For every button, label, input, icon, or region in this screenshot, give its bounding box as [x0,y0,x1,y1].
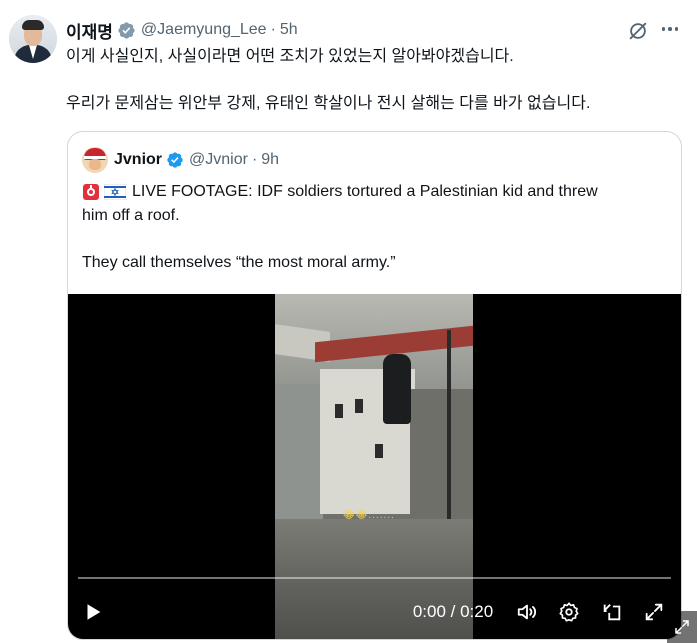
quoted-author-avatar[interactable] [82,147,108,173]
video-player[interactable]: 😂😂....... 0:00 / 0:20 [68,294,681,639]
tweet-header: 이재명 @Jaemyung_Lee · 5h [66,18,298,42]
author-avatar[interactable] [9,15,57,63]
more-options-icon[interactable] [657,18,683,40]
header-separator: · [270,21,276,38]
tweet-text-line-2: 우리가 문제삼는 위안부 강제, 유태인 학살이나 전시 살해는 다를 바가 없… [66,95,591,112]
video-frame: 😂😂....... [275,294,473,639]
tweet-text-line-1: 이게 사실인지, 사실이라면 어떤 조치가 있었는지 알아봐야겠습니다. [66,48,514,65]
volume-icon[interactable] [514,598,540,626]
author-name[interactable]: 이재명 [66,18,113,43]
settings-icon[interactable] [556,598,582,626]
quoted-author-name[interactable]: Jvnior [114,151,162,169]
quoted-verified-badge-icon [166,151,184,169]
video-overlay-text: 😂😂....... [343,510,395,521]
author-handle[interactable]: @Jaemyung_Lee [141,21,267,39]
quoted-text-line-3: They call themselves “the most moral arm… [82,254,396,271]
video-progress-bar[interactable] [78,577,671,579]
quoted-header: Jvnior @Jvnior · 9h [114,149,279,171]
quoted-timestamp[interactable]: 9h [261,151,279,169]
tweet-timestamp[interactable]: 5h [280,21,298,39]
expand-corner-icon[interactable] [667,611,697,643]
quoted-tweet[interactable]: Jvnior @Jvnior · 9h LIVE FOOTAGE: IDF so… [67,131,682,640]
israel-flag-emoji [103,183,127,201]
fullscreen-icon[interactable] [641,598,667,626]
quoted-text-line-1: LIVE FOOTAGE: IDF soldiers tortured a Pa… [132,183,598,200]
grok-icon[interactable] [627,20,649,42]
quoted-text-line-2: him off a roof. [82,207,180,224]
play-icon[interactable] [80,598,106,626]
video-timecode: 0:00 / 0:20 [412,602,494,621]
tweet: 이재명 @Jaemyung_Lee · 5h 이게 사실인지, 사실이라면 어떤… [0,0,697,643]
popout-icon[interactable] [599,598,625,626]
quoted-text-line-1-row: LIVE FOOTAGE: IDF soldiers tortured a Pa… [82,180,598,204]
quoted-header-separator: · [251,151,258,168]
siren-emoji [82,183,100,201]
verified-badge-icon[interactable] [117,21,136,40]
quoted-author-handle[interactable]: @Jvnior [189,151,248,169]
